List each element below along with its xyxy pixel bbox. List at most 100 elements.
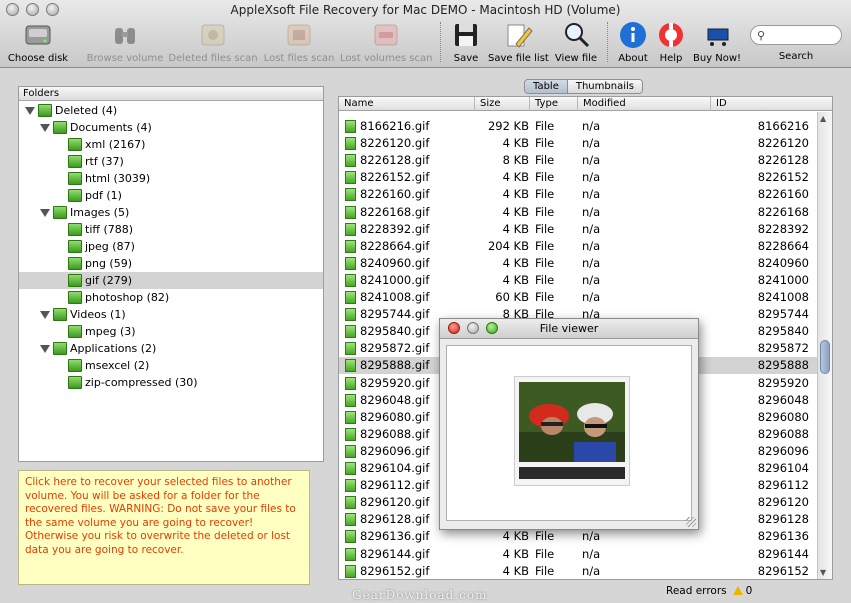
deleted-files-scan-button[interactable]: Deleted files scan xyxy=(168,20,258,66)
tab-thumbnails[interactable]: Thumbnails xyxy=(566,80,642,93)
help-button[interactable]: Help xyxy=(654,20,688,66)
file-modified-cell: n/a xyxy=(582,290,601,304)
scroll-down-arrow-icon[interactable]: ▼ xyxy=(820,568,826,577)
column-id[interactable]: ID xyxy=(711,97,832,111)
scrollbar-thumb[interactable] xyxy=(820,340,830,374)
choose-disk-button[interactable]: Choose disk xyxy=(4,20,72,66)
file-size-cell: 8 KB xyxy=(502,153,529,168)
folder-tree-item[interactable]: tiff (788) xyxy=(19,221,323,238)
lost-files-scan-button[interactable]: Lost files scan xyxy=(262,20,336,66)
binoculars-icon xyxy=(115,28,135,44)
gif-file-icon xyxy=(345,154,356,168)
folder-tree-item[interactable]: xml (2167) xyxy=(19,136,323,153)
file-modified-cell: n/a xyxy=(582,272,601,287)
recover-files-note[interactable]: Click here to recover your selected file… xyxy=(18,470,310,585)
folder-label: mpeg (3) xyxy=(85,325,136,338)
save-button[interactable]: Save xyxy=(448,20,484,66)
folder-tree-item[interactable]: html (3039) xyxy=(19,170,323,187)
folder-tree-item[interactable]: Images (5) xyxy=(19,204,323,221)
file-size-cell: 4 KB xyxy=(502,563,529,578)
file-id-cell: 8295888 xyxy=(757,358,809,373)
table-row[interactable]: 8296136.gif 4 KB File n/a 8296136 xyxy=(339,528,817,545)
search-input[interactable]: ⚲ xyxy=(750,25,842,45)
folder-tree-item[interactable]: Applications (2) xyxy=(19,340,323,357)
folder-tree-item[interactable]: photoshop (82) xyxy=(19,289,323,306)
file-modified-cell: n/a xyxy=(582,563,601,578)
status-bar: Read errors 0 xyxy=(666,585,752,597)
gif-file-icon xyxy=(345,410,356,424)
file-name-cell: 8240960.gif xyxy=(360,255,430,270)
gif-file-icon xyxy=(345,291,356,304)
table-row[interactable]: 8228664.gif 204 KB File n/a 8228664 xyxy=(339,238,817,255)
file-type-cell: File xyxy=(535,563,555,578)
folder-icon xyxy=(53,308,67,321)
disclosure-triangle-icon[interactable] xyxy=(40,311,50,319)
disclosure-triangle-icon[interactable] xyxy=(40,124,50,132)
shopping-cart-icon xyxy=(707,28,729,46)
table-row[interactable]: 8226160.gif 4 KB File n/a 8226160 xyxy=(339,186,817,203)
folder-tree-item[interactable]: Deleted (4) xyxy=(19,102,323,119)
table-row[interactable]: 8226120.gif 4 KB File n/a 8226120 xyxy=(339,135,817,152)
file-name-cell: 8296144.gif xyxy=(360,546,430,561)
file-type-cell: File xyxy=(535,272,555,287)
lost-volumes-scan-button[interactable]: Lost volumes scan xyxy=(340,20,432,66)
table-row[interactable]: 8296144.gif 4 KB File n/a 8296144 xyxy=(339,546,817,563)
tab-table[interactable]: Table xyxy=(525,80,567,93)
folder-tree-item[interactable]: Documents (4) xyxy=(19,119,323,136)
folder-tree-item[interactable]: msexcel (2) xyxy=(19,357,323,374)
file-type-cell: File xyxy=(535,187,555,202)
vertical-scrollbar[interactable]: ▲ ▼ xyxy=(817,112,832,579)
column-type[interactable]: Type xyxy=(530,97,578,111)
file-name-cell: 8166216.gif xyxy=(360,119,430,133)
file-viewer-titlebar[interactable]: File viewer xyxy=(440,319,698,339)
file-id-cell: 8241000 xyxy=(757,272,809,287)
scroll-up-arrow-icon[interactable]: ▲ xyxy=(820,114,826,123)
table-row[interactable]: 8241008.gif 60 KB File n/a 8241008 xyxy=(339,289,817,306)
table-row[interactable]: 8226152.gif 4 KB File n/a 8226152 xyxy=(339,169,817,186)
column-name[interactable]: Name xyxy=(339,97,475,111)
column-modified[interactable]: Modified xyxy=(578,97,711,111)
table-row[interactable]: 8226168.gif 4 KB File n/a 8226168 xyxy=(339,204,817,221)
buy-now-button[interactable]: Buy Now! xyxy=(692,20,742,66)
disclosure-triangle-icon[interactable] xyxy=(40,345,50,353)
folder-icon xyxy=(68,155,82,168)
file-modified-cell: n/a xyxy=(582,546,601,561)
table-row[interactable]: 8240960.gif 4 KB File n/a 8240960 xyxy=(339,255,817,272)
table-row[interactable]: 8226128.gif 8 KB File n/a 8226128 xyxy=(339,152,817,169)
file-id-cell: 8295744 xyxy=(757,307,809,322)
folder-tree-item[interactable]: png (59) xyxy=(19,255,323,272)
file-type-cell: File xyxy=(535,170,555,185)
gif-file-icon xyxy=(345,273,356,287)
folder-tree-item[interactable]: Videos (1) xyxy=(19,306,323,323)
folder-tree-item[interactable]: jpeg (87) xyxy=(19,238,323,255)
disclosure-triangle-icon[interactable] xyxy=(25,107,35,115)
folder-tree-item[interactable]: gif (279) xyxy=(19,272,323,289)
table-row[interactable]: 8296152.gif 4 KB File n/a 8296152 xyxy=(339,563,817,579)
folder-label: msexcel (2) xyxy=(85,359,150,372)
folder-tree-item[interactable]: pdf (1) xyxy=(19,187,323,204)
gif-file-icon xyxy=(345,479,356,493)
file-size-cell: 4 KB xyxy=(502,204,529,219)
file-id-cell: 8296048 xyxy=(757,392,809,407)
disclosure-triangle-icon[interactable] xyxy=(40,209,50,217)
table-row[interactable]: 8228392.gif 4 KB File n/a 8228392 xyxy=(339,221,817,238)
file-name-cell: 8226120.gif xyxy=(360,136,430,151)
save-file-list-button[interactable]: Save file list xyxy=(488,20,549,66)
about-button[interactable]: About xyxy=(614,20,652,66)
view-file-button[interactable]: View file xyxy=(553,20,599,66)
file-size-cell: 204 KB xyxy=(487,238,529,253)
table-row[interactable]: 8166216.gif 292 KB File n/a 8166216 xyxy=(339,118,817,135)
browse-volume-button[interactable]: Browse volume xyxy=(86,20,164,66)
table-row[interactable]: 8241000.gif 4 KB File n/a 8241000 xyxy=(339,272,817,289)
folder-tree-item[interactable]: mpeg (3) xyxy=(19,323,323,340)
folder-icon xyxy=(68,138,82,151)
folder-label: photoshop (82) xyxy=(85,291,170,304)
file-modified-cell: n/a xyxy=(582,255,601,270)
resize-grip-icon[interactable] xyxy=(686,517,696,527)
folder-tree-item[interactable]: zip-compressed (30) xyxy=(19,374,323,391)
file-name-cell: 8296136.gif xyxy=(360,529,430,544)
folder-icon xyxy=(68,291,82,304)
folder-tree-item[interactable]: rtf (37) xyxy=(19,153,323,170)
column-size[interactable]: Size xyxy=(475,97,530,111)
file-size-cell: 4 KB xyxy=(502,221,529,236)
